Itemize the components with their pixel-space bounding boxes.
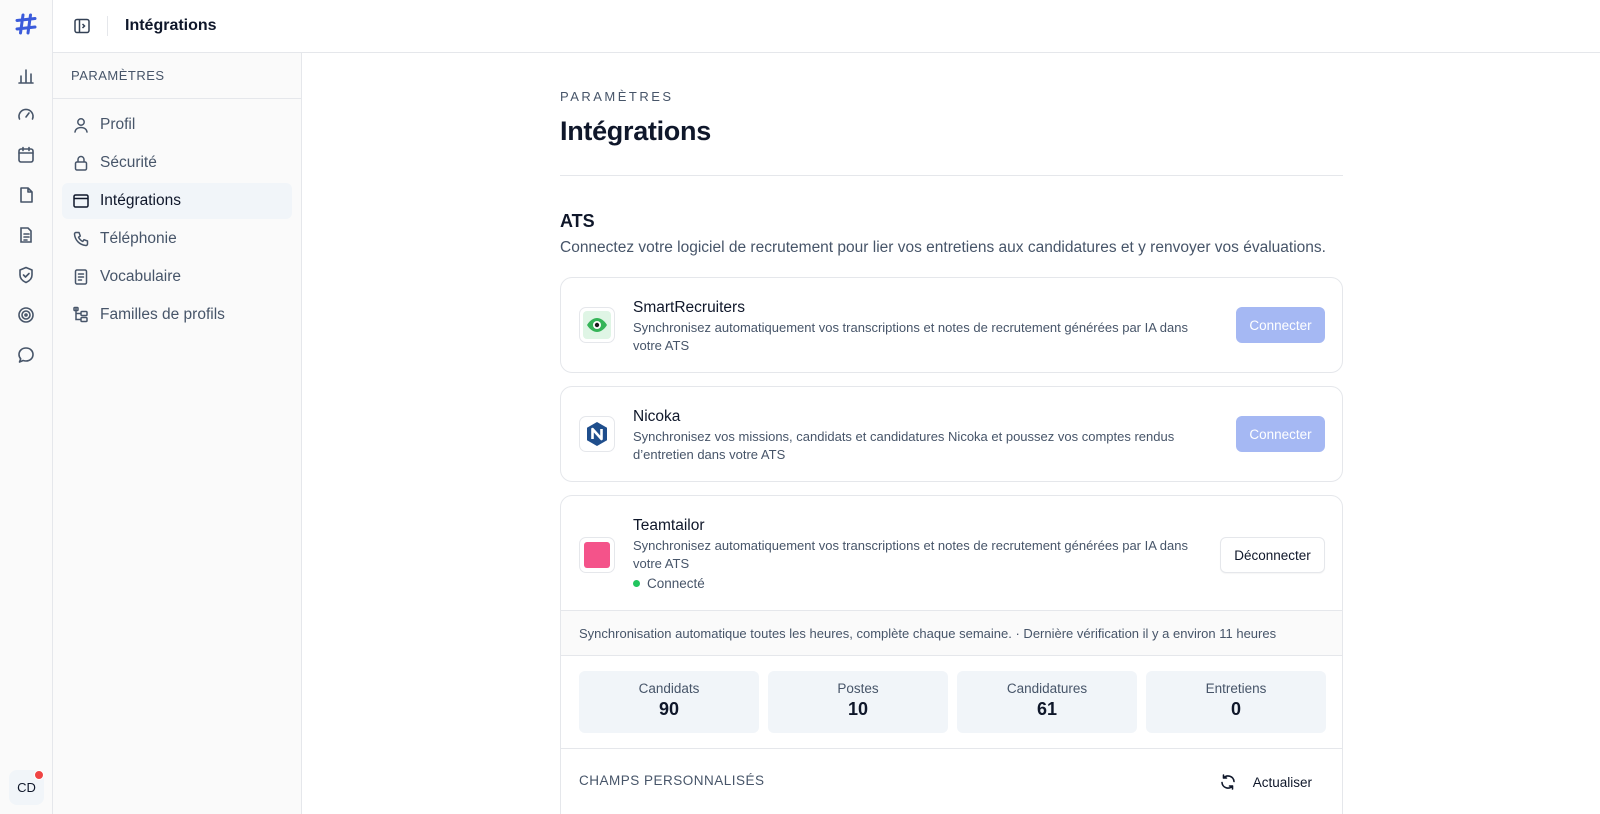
integration-name: Nicoka (633, 408, 681, 425)
custom-fields-label: CHAMPS PERSONNALISÉS (579, 773, 765, 788)
gauge-icon[interactable] (16, 105, 36, 125)
smartrecruiters-logo-icon (583, 311, 611, 339)
sync-stats: Candidats 90 Postes 10 Candidatures 61 E… (579, 671, 1326, 733)
topbar-separator (107, 16, 108, 36)
stat-value: 61 (1036, 699, 1058, 719)
integration-card-nicoka: Nicoka Synchronisez vos missions, candid… (560, 386, 1343, 482)
page-eyebrow: PARAMÈTRES (560, 89, 674, 104)
target-icon[interactable] (16, 305, 36, 325)
sidebar-item-label: Sécurité (100, 154, 157, 171)
settings-sidebar: PARAMÈTRES Profil Sécurité Intégrations … (53, 53, 302, 814)
integration-card-teamtailor: Teamtailor Synchronisez automatiquement … (560, 495, 1343, 814)
status-dot (633, 580, 640, 587)
sidebar-item-familles-de-profils[interactable]: Familles de profils (62, 297, 292, 333)
connection-status: Connecté (633, 576, 705, 591)
top-bar: Intégrations (53, 0, 1600, 53)
sidebar-item-securite[interactable]: Sécurité (62, 145, 292, 181)
page-heading: Intégrations (560, 116, 711, 146)
teamtailor-logo (579, 537, 615, 573)
chat-icon[interactable] (16, 345, 36, 365)
divider (560, 175, 1343, 176)
browser-window-icon (73, 194, 89, 208)
sidebar-item-integrations[interactable]: Intégrations (62, 183, 292, 219)
lock-icon (74, 155, 88, 171)
stat-card: Candidatures 61 (957, 671, 1137, 733)
sidebar-item-telephonie[interactable]: Téléphonie (62, 221, 292, 257)
shield-check-icon[interactable] (16, 265, 36, 285)
stat-value: 0 (1230, 699, 1241, 719)
calendar-icon[interactable] (16, 145, 36, 165)
document-icon[interactable] (16, 225, 36, 245)
refresh-label: Actualiser (1252, 774, 1312, 790)
sidebar-item-label: Intégrations (100, 192, 181, 209)
notification-dot (34, 770, 44, 780)
stat-label: Entretiens (1205, 681, 1267, 696)
sidebar-item-vocabulaire[interactable]: Vocabulaire (62, 259, 292, 295)
integration-description: Synchronisez automatiquement vos transcr… (633, 320, 1188, 353)
disconnect-button[interactable]: Déconnecter (1220, 537, 1325, 573)
section-title: ATS (560, 211, 595, 231)
stat-value: 90 (658, 699, 680, 719)
integration-name: Teamtailor (633, 517, 705, 534)
stat-label: Candidats (638, 681, 700, 696)
sync-info: Synchronisation automatique toutes les h… (561, 610, 1342, 656)
sidebar-item-label: Familles de profils (100, 306, 225, 323)
icon-rail: CD (0, 0, 53, 814)
main-content: PARAMÈTRES Intégrations ATS Connectez vo… (302, 53, 1600, 814)
phone-icon (73, 231, 89, 247)
app-logo-icon[interactable] (14, 12, 38, 36)
section-description: Connectez votre logiciel de recrutement … (560, 239, 1326, 256)
user-icon (74, 118, 88, 133)
sidebar-item-label: Téléphonie (100, 230, 177, 247)
stat-label: Postes (837, 681, 879, 696)
integration-card-smartrecruiters: SmartRecruiters Synchronisez automatique… (560, 277, 1343, 373)
stat-card: Candidats 90 (579, 671, 759, 733)
nicoka-logo-icon (587, 422, 607, 446)
refresh-icon (1220, 774, 1235, 790)
stat-card: Postes 10 (768, 671, 948, 733)
sidebar-header: PARAMÈTRES (53, 53, 301, 99)
hierarchy-icon (73, 306, 88, 323)
connect-button[interactable]: Connecter (1236, 416, 1325, 452)
book-icon (74, 269, 88, 285)
sidebar-item-label: Vocabulaire (100, 268, 182, 285)
sidebar-item-label: Profil (100, 116, 136, 133)
nicoka-logo (579, 416, 615, 452)
stat-label: Candidatures (1006, 681, 1088, 696)
custom-fields-row: CHAMPS PERSONNALISÉS Actualiser (561, 748, 1342, 814)
status-label: Connecté (647, 576, 705, 591)
refresh-button[interactable]: Actualiser (1207, 766, 1324, 798)
page-title: Intégrations (125, 17, 217, 34)
smartrecruiters-logo (579, 307, 615, 343)
sidebar-toggle-icon[interactable] (73, 17, 91, 35)
integration-name: SmartRecruiters (633, 299, 745, 316)
teamtailor-logo-icon (584, 542, 610, 568)
sidebar-item-profil[interactable]: Profil (62, 107, 292, 143)
integration-description: Synchronisez automatiquement vos transcr… (633, 538, 1188, 571)
integration-description: Synchronisez vos missions, candidats et … (633, 429, 1175, 462)
chart-icon[interactable] (16, 66, 36, 86)
file-icon[interactable] (16, 185, 36, 205)
connect-button[interactable]: Connecter (1236, 307, 1325, 343)
stat-value: 10 (847, 699, 869, 719)
stat-card: Entretiens 0 (1146, 671, 1326, 733)
